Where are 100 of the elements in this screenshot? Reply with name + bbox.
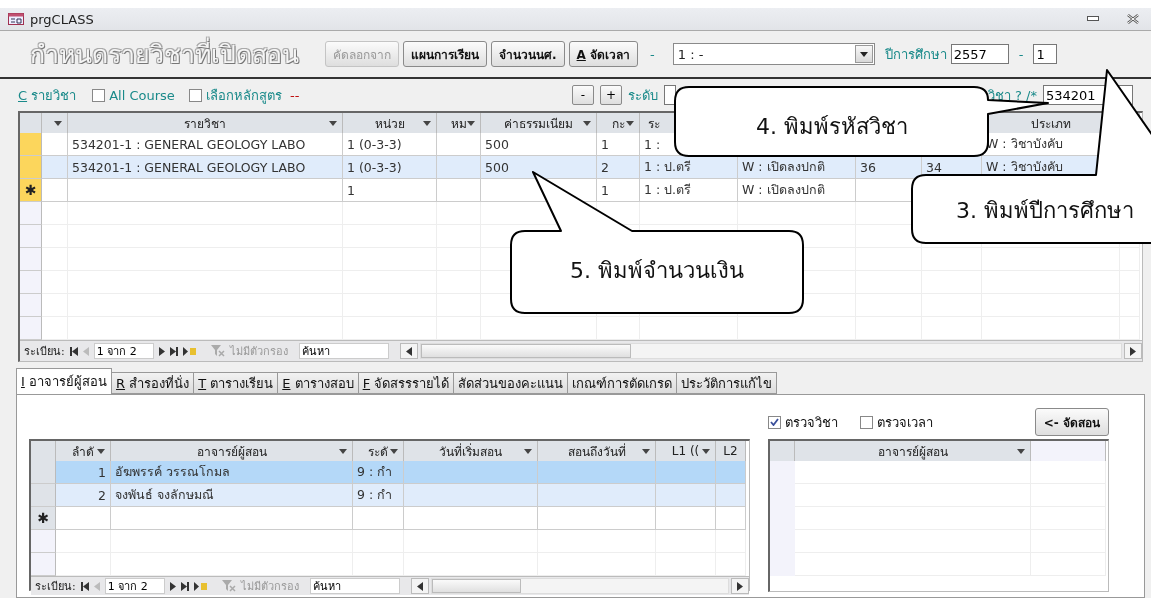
last-record-icon[interactable] <box>180 581 189 591</box>
dropdown-arrow-icon[interactable] <box>626 121 634 126</box>
right-arrow-icon[interactable] <box>158 346 165 356</box>
checkbox[interactable]: All Course <box>92 87 175 103</box>
column-header[interactable]: กะ <box>597 113 640 133</box>
minimize-icon[interactable] <box>1087 16 1099 22</box>
collapse-button[interactable]: - <box>571 85 594 105</box>
table-cell: 2 <box>597 156 640 179</box>
term-input[interactable]: 1 <box>1033 44 1058 64</box>
column-header[interactable] <box>42 113 68 133</box>
dropdown-arrow-icon[interactable] <box>329 121 337 126</box>
separator-text: - <box>1018 46 1024 62</box>
column-header[interactable]: สอนถึงวันที่ <box>538 441 656 461</box>
last-record-icon[interactable] <box>169 346 178 356</box>
expand-button[interactable]: + <box>599 85 622 105</box>
dropdown-arrow-icon[interactable] <box>524 449 532 454</box>
right-arrow-icon[interactable] <box>1130 346 1136 356</box>
table-cell <box>42 248 68 271</box>
column-header[interactable]: L1 (( <box>656 441 716 461</box>
dropdown-arrow-icon[interactable] <box>339 449 347 454</box>
column-header[interactable]: อาจารย์ผู้สอน <box>111 441 353 461</box>
dropdown-arrow-icon[interactable] <box>423 121 431 126</box>
checkbox[interactable]: ตรวจวิชา <box>768 411 838 433</box>
tab[interactable]: ประวัติการแก้ไข <box>676 372 778 394</box>
checkbox[interactable]: เลือกหลักสูตร -- <box>188 84 300 106</box>
tab[interactable]: R สำรองที่นั่ง <box>111 372 195 394</box>
column-header[interactable]: L2 <box>716 441 746 461</box>
right-arrow-icon[interactable] <box>169 581 176 591</box>
column-header[interactable]: ระดั <box>353 441 404 461</box>
close-icon[interactable] <box>1127 14 1139 24</box>
dropdown-arrow-icon[interactable] <box>642 449 650 454</box>
semester-combo-box[interactable]: 1 : - <box>672 43 875 65</box>
dropdown-arrow-icon[interactable] <box>1017 449 1025 454</box>
callout-tooltip-text: 3. พิมพ์ปีการศึกษา <box>956 198 1134 223</box>
tab[interactable]: I อาจารย์ผู้สอน <box>16 368 112 394</box>
new-record-icon[interactable] <box>193 581 207 591</box>
table-cell: 2 <box>56 484 111 507</box>
column-header[interactable]: รายวิชา <box>68 113 343 133</box>
dropdown-arrow-icon[interactable] <box>467 121 475 126</box>
column-header[interactable]: หน่วย <box>343 113 437 133</box>
record-selector[interactable]: ✱ <box>31 507 56 530</box>
form-heading: กำหนดรายวิชาที่เปิดสอน <box>30 34 299 74</box>
record-selector[interactable]: ✱ <box>20 179 42 202</box>
dropdown-arrow-icon[interactable] <box>583 121 591 126</box>
tab[interactable]: สัดส่วนของคะแนน <box>453 372 569 394</box>
tab[interactable]: E ตารางสอบ <box>277 372 359 394</box>
table-cell: W : เปิดลงปกติ <box>738 156 856 179</box>
table-cell <box>353 507 404 530</box>
search-field[interactable]: ค้นหา <box>309 578 400 594</box>
table-cell <box>716 507 746 530</box>
toolbar-button[interactable]: A จัดเวลา <box>568 41 639 67</box>
horizontal-scrollbar[interactable] <box>399 343 1142 359</box>
separator-text: - <box>650 46 655 62</box>
new-record-marker: ✱ <box>24 182 37 198</box>
table-cell: 1 : ป.ตรี <box>640 179 738 202</box>
tab[interactable]: T ตารางเรียน <box>193 372 279 394</box>
table-cell: 1 (0-3-3) <box>343 133 437 156</box>
search-field[interactable]: ค้นหา <box>298 343 389 359</box>
first-record-icon[interactable] <box>69 346 78 356</box>
year-input[interactable]: 2557 <box>950 44 1009 64</box>
table-cell <box>42 271 68 294</box>
dropdown-arrow-icon[interactable] <box>390 449 398 454</box>
table-cell <box>656 461 716 484</box>
column-header[interactable]: ค่าธรรมเนียม <box>481 113 597 133</box>
dropdown-arrow-icon[interactable] <box>859 51 868 57</box>
column-header[interactable]: วันที่เริ่มสอน <box>404 441 538 461</box>
table-cell <box>437 156 481 179</box>
record-label: ระเบียน: <box>35 579 76 595</box>
table-cell <box>42 179 68 202</box>
marker-text: -- <box>289 87 300 103</box>
horizontal-scrollbar[interactable] <box>410 578 749 594</box>
left-arrow-icon[interactable] <box>416 581 423 591</box>
record-position-field[interactable]: 1 จาก 2 <box>104 578 165 594</box>
right-arrow-icon[interactable] <box>737 581 743 591</box>
toolbar-button[interactable]: จำนวนนศ. <box>491 41 565 67</box>
record-position-field[interactable]: 1 จาก 2 <box>93 343 154 359</box>
assign-teacher-button[interactable]: <- จัดสอน <box>1034 408 1109 436</box>
column-header[interactable]: อาจารย์ผู้สอน <box>795 441 1031 461</box>
table-cell: 1 <box>597 133 640 156</box>
table-cell: 534201-1 : GENERAL GEOLOGY LABO <box>68 156 343 179</box>
column-header[interactable]: หม <box>437 113 481 133</box>
first-record-icon[interactable] <box>80 581 89 591</box>
table-cell: จงพันธ์ จงลักษมณี <box>111 484 353 507</box>
table-cell <box>716 484 746 507</box>
dropdown-arrow-icon[interactable] <box>702 449 710 454</box>
table-cell <box>716 461 746 484</box>
tab[interactable]: เกณฑ์การตัดเกรด <box>567 372 678 394</box>
tab[interactable]: F จัดสรรรายได้ <box>357 372 455 394</box>
toolbar-button[interactable]: แผนการเรียน <box>403 41 487 67</box>
new-record-icon[interactable] <box>182 346 196 356</box>
level-input[interactable] <box>663 85 676 105</box>
checkbox[interactable]: ตรวจเวลา <box>860 411 933 433</box>
form-icon <box>8 13 24 25</box>
dropdown-arrow-icon[interactable] <box>54 121 62 126</box>
table-cell <box>56 530 111 553</box>
table-cell <box>437 133 481 156</box>
column-header[interactable]: ลำดั <box>56 441 111 461</box>
left-arrow-icon[interactable] <box>405 346 412 356</box>
table-cell <box>42 156 68 179</box>
dropdown-arrow-icon[interactable] <box>97 449 105 454</box>
